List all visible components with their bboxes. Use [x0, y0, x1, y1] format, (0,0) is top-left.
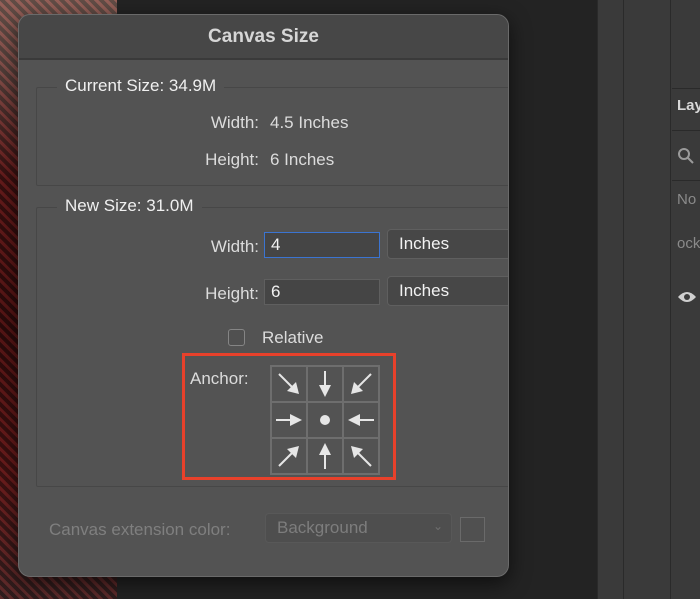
arrow-down-left-icon: [351, 373, 372, 394]
new-size-legend: New Size: 31.0M: [57, 196, 202, 216]
arrow-left-icon: [348, 414, 374, 426]
dialog-title: Canvas Size: [208, 25, 319, 47]
anchor-cell-bottom-left[interactable]: [271, 438, 307, 474]
anchor-cell-middle-right[interactable]: [343, 402, 379, 438]
relative-label[interactable]: Relative: [262, 328, 323, 348]
chevron-down-icon: ⌄: [432, 519, 443, 533]
layers-search-icon[interactable]: [677, 147, 695, 169]
anchor-cell-top-left[interactable]: [271, 366, 307, 402]
height-unit-value: Inches: [399, 281, 450, 300]
current-height-value: 6 Inches: [270, 150, 335, 169]
relative-checkbox[interactable]: [228, 329, 245, 346]
visibility-eye-icon[interactable]: [677, 290, 697, 308]
extension-color-label: Canvas extension color:: [49, 520, 231, 539]
anchor-dot-icon: [320, 415, 330, 425]
dialog-titlebar[interactable]: Canvas Size: [19, 15, 508, 60]
panel-divider: [672, 130, 700, 131]
anchor-cell-middle-left[interactable]: [271, 402, 307, 438]
blend-mode-peek[interactable]: No: [677, 191, 696, 208]
new-height-label: Height:: [205, 284, 259, 303]
arrow-up-icon: [319, 443, 331, 469]
width-unit-value: Inches: [399, 234, 450, 253]
arrow-down-right-icon: [278, 373, 299, 394]
anchor-cell-bottom-right[interactable]: [343, 438, 379, 474]
panel-divider: [672, 88, 700, 89]
extension-color-value: Background: [277, 518, 368, 537]
current-size-legend: Current Size: 34.9M: [57, 76, 225, 96]
anchor-cell-top-center[interactable]: [307, 366, 343, 402]
height-unit-select[interactable]: Inches ⌄: [387, 276, 508, 306]
anchor-label: Anchor:: [190, 369, 249, 388]
current-width-label: Width:: [210, 113, 259, 132]
anchor-grid: [270, 365, 380, 475]
current-size-group: Current Size: 34.9M: [36, 76, 508, 186]
canvas-size-dialog: Canvas Size Current Size: 34.9M Width: 4…: [18, 14, 509, 577]
extension-color-swatch[interactable]: [460, 517, 485, 542]
arrow-up-left-icon: [351, 446, 372, 467]
lock-peek: ock: [677, 235, 700, 252]
width-unit-select[interactable]: Inches ⌄: [387, 229, 508, 259]
new-height-input[interactable]: [264, 279, 380, 305]
arrow-up-right-icon: [278, 446, 299, 467]
panel-divider: [672, 180, 700, 181]
anchor-cell-center[interactable]: [307, 402, 343, 438]
layers-tab[interactable]: Lay: [677, 97, 700, 114]
new-width-input[interactable]: [264, 232, 380, 258]
current-height-label: Height:: [205, 150, 259, 169]
extension-color-select[interactable]: Background ⌄: [265, 513, 452, 543]
anchor-cell-top-right[interactable]: [343, 366, 379, 402]
new-width-label: Width:: [210, 237, 259, 256]
arrow-right-icon: [276, 414, 302, 426]
anchor-cell-bottom-center[interactable]: [307, 438, 343, 474]
current-width-value: 4.5 Inches: [270, 113, 349, 132]
arrow-down-icon: [319, 371, 331, 397]
